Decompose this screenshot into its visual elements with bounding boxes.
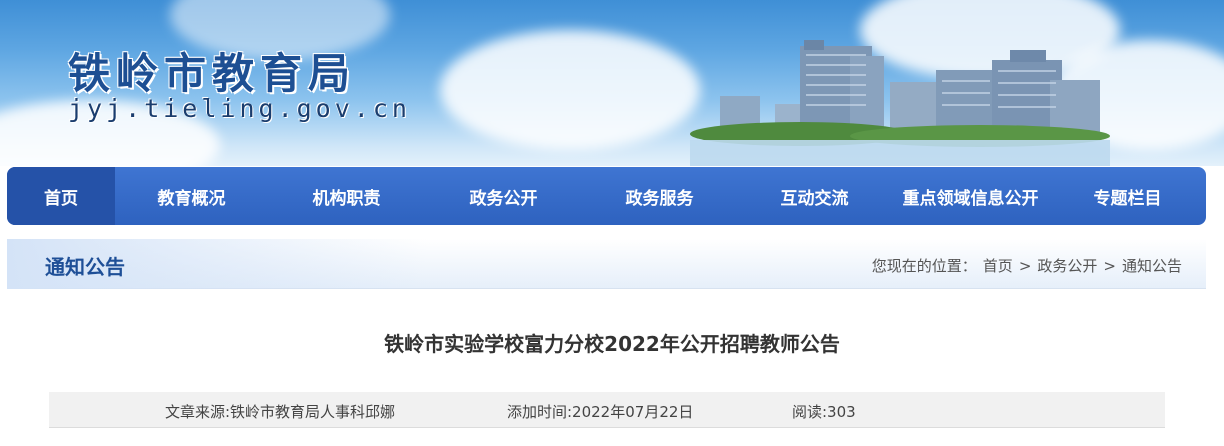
section-title: 通知公告 xyxy=(45,255,125,279)
section-header: 通知公告 您现在的位置： 首页 > 政务公开 > 通知公告 xyxy=(7,239,1206,289)
breadcrumb-separator: > xyxy=(1103,256,1116,275)
breadcrumb-link-notices[interactable]: 通知公告 xyxy=(1122,255,1182,276)
main-nav: 首页 教育概况 机构职责 政务公开 政务服务 互动交流 重点领域信息公开 专题栏… xyxy=(7,167,1206,225)
header-banner: 铁岭市教育局 jyj.tieling.gov.cn xyxy=(0,0,1224,166)
breadcrumb: 您现在的位置： 首页 > 政务公开 > 通知公告 xyxy=(872,255,1182,276)
nav-item-special-topics[interactable]: 专题栏目 xyxy=(1049,167,1206,225)
article-views: 阅读:303 xyxy=(792,403,856,421)
site-domain: jyj.tieling.gov.cn xyxy=(68,94,411,123)
nav-item-education-overview[interactable]: 教育概况 xyxy=(115,167,268,225)
nav-item-government-affairs[interactable]: 政务公开 xyxy=(425,167,582,225)
city-skyline-image xyxy=(690,40,1110,166)
breadcrumb-location-label: 您现在的位置： xyxy=(871,257,977,275)
breadcrumb-separator: > xyxy=(1018,256,1032,275)
nav-item-home[interactable]: 首页 xyxy=(7,167,115,225)
article-date: 添加时间:2022年07月22日 xyxy=(507,403,694,421)
article-title: 铁岭市实验学校富力分校2022年公开招聘教师公告 xyxy=(384,332,840,356)
breadcrumb-link-government-affairs[interactable]: 政务公开 xyxy=(1037,255,1097,276)
nav-item-institution-duties[interactable]: 机构职责 xyxy=(268,167,425,225)
article-source: 文章来源:铁岭市教育局人事科邱娜 xyxy=(165,403,396,421)
nav-item-interaction[interactable]: 互动交流 xyxy=(737,167,892,225)
article-meta-bar: 文章来源:铁岭市教育局人事科邱娜 添加时间:2022年07月22日 阅读:303 xyxy=(49,392,1165,428)
cloud-decoration xyxy=(440,30,700,150)
nav-item-government-services[interactable]: 政务服务 xyxy=(582,167,737,225)
breadcrumb-link-home[interactable]: 首页 xyxy=(983,255,1013,276)
site-title: 铁岭市教育局 xyxy=(68,49,357,98)
nav-item-key-areas-info[interactable]: 重点领域信息公开 xyxy=(892,167,1049,225)
